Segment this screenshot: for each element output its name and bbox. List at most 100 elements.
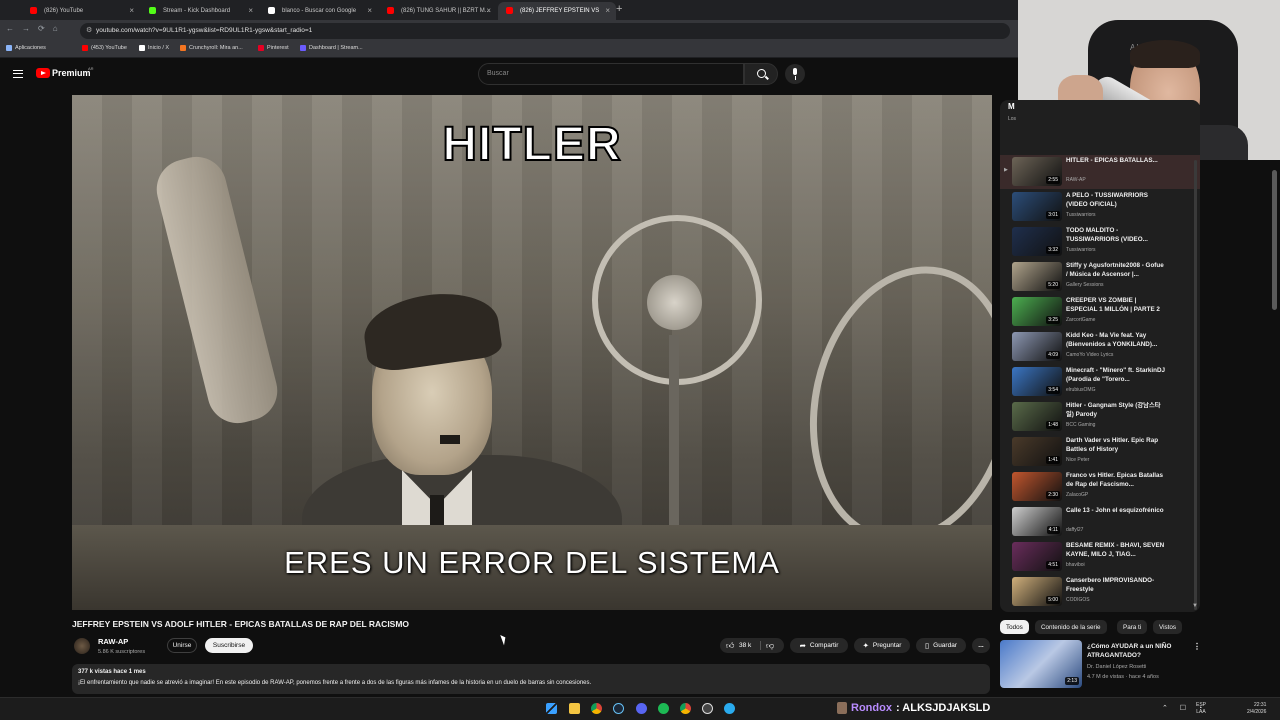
playlist-item[interactable]: 3:32 TODO MALDITO - TUSSIWARRIORS (VIDEO.… bbox=[1000, 225, 1200, 259]
bookmark-item[interactable]: Crunchyroll: Mira an... bbox=[180, 45, 243, 51]
join-button[interactable]: Unirse bbox=[167, 638, 197, 653]
chat-username: Rondox bbox=[851, 702, 892, 714]
browser-tab[interactable]: Stream - Kick Dashboard × bbox=[141, 2, 259, 20]
playlist-item[interactable]: 4:51 BESAME REMIX - BHAVI, SEVEN KAYNE, M… bbox=[1000, 540, 1200, 574]
recommendation-thumbnail[interactable]: 2:13 bbox=[1000, 640, 1082, 688]
filter-chip[interactable]: Para ti bbox=[1117, 620, 1148, 634]
share-button[interactable]: ➦ Compartir bbox=[790, 638, 848, 653]
playlist-item[interactable]: 2:30 Franco vs Hitler. Épicas Batallas de… bbox=[1000, 470, 1200, 504]
windows-start-icon[interactable] bbox=[546, 703, 557, 714]
bookmark-item[interactable]: Pinterest bbox=[258, 45, 289, 51]
thumbs-down-icon[interactable]: 👎︎ bbox=[766, 641, 774, 651]
bookmark-favicon-icon bbox=[139, 45, 145, 51]
bookmark-item[interactable]: Aplicaciones bbox=[6, 45, 46, 51]
playlist-item-channel: Nice Peter bbox=[1066, 457, 1090, 463]
search-input[interactable]: Buscar bbox=[478, 63, 744, 85]
tab-label: Stream - Kick Dashboard bbox=[163, 8, 231, 14]
playlist-thumbnail[interactable]: 3:32 bbox=[1012, 227, 1062, 256]
recommendation-menu-icon[interactable]: ⋮ bbox=[1193, 642, 1201, 651]
filter-chip[interactable]: Todos bbox=[1000, 620, 1029, 634]
playlist-item-title: Canserbero IMPROVISANDO-Freestyle bbox=[1066, 577, 1155, 593]
filter-chip[interactable]: Vistos bbox=[1153, 620, 1183, 634]
spotify-icon[interactable] bbox=[658, 703, 669, 714]
page-scrollbar[interactable] bbox=[1272, 170, 1277, 310]
keyboard-language[interactable]: ESP LAA bbox=[1196, 702, 1206, 715]
browser-tab[interactable]: (826) JEFFREY EPSTEIN VS × bbox=[498, 2, 616, 20]
scroll-down-icon[interactable]: ▼ bbox=[1192, 603, 1198, 609]
playlist-thumbnail[interactable]: 4:11 bbox=[1012, 507, 1062, 536]
recommendation-channel[interactable]: Dr. Daniel López Rosetti bbox=[1087, 664, 1146, 670]
subscribe-button[interactable]: Suscribirse bbox=[205, 638, 253, 653]
playlist-item[interactable]: 50 Cent - In Da Club (Official bbox=[1000, 610, 1200, 612]
video-player[interactable]: HITLER ERES UN ERROR DEL SISTEMA bbox=[72, 95, 992, 610]
mic-icon[interactable] bbox=[785, 64, 805, 84]
playlist-item[interactable]: 5:20 Stiffy y Agusfortnite2008 - Gofue / … bbox=[1000, 260, 1200, 294]
playlist-item-channel: Tussiwarriors bbox=[1066, 247, 1096, 253]
search-icon[interactable] bbox=[744, 63, 778, 85]
youtube-brand[interactable]: Premium bbox=[52, 68, 91, 78]
playlist-thumbnail[interactable]: 5:00 bbox=[1012, 577, 1062, 606]
hamburger-menu-icon[interactable] bbox=[13, 70, 23, 78]
playlist-item[interactable]: 3:54 Minecraft - "Minero" ft. StarkinDJ (… bbox=[1000, 365, 1200, 399]
close-tab-icon[interactable]: × bbox=[248, 6, 253, 15]
youtube-logo-icon[interactable] bbox=[36, 68, 50, 78]
clock[interactable]: 22:31 2/4/2026 bbox=[1247, 702, 1266, 715]
site-info-icon[interactable]: ⚙ bbox=[86, 26, 92, 34]
playlist-thumbnail[interactable]: 5:20 bbox=[1012, 262, 1062, 291]
address-bar[interactable]: ⚙ youtube.com/watch?v=9UL1R1-ygsw&list=R… bbox=[80, 23, 1010, 39]
playlist-thumbnail[interactable]: 3:25 bbox=[1012, 297, 1062, 326]
description-box[interactable]: 377 k vistas hace 1 mes ¡El enfrentamien… bbox=[72, 664, 990, 694]
save-button[interactable]: ▯ Guardar bbox=[916, 638, 966, 653]
chrome-icon[interactable] bbox=[591, 703, 602, 714]
chat-user-avatar bbox=[837, 702, 847, 714]
bookmark-item[interactable]: (453) YouTube bbox=[82, 45, 127, 51]
playlist-item[interactable]: 3:25 CREEPER VS ZOMBIE | ESPECIAL 1 MILLÓ… bbox=[1000, 295, 1200, 329]
playlist-thumbnail[interactable]: 4:09 bbox=[1012, 332, 1062, 361]
more-actions-button[interactable]: ... bbox=[972, 638, 990, 653]
recommendation-title[interactable]: ¿Cómo AYUDAR a un NIÑO ATRAGANTADO? bbox=[1087, 642, 1187, 660]
channel-name[interactable]: RAW-AP bbox=[98, 637, 128, 646]
playlist-duration: 3:25 bbox=[1046, 316, 1060, 324]
bookmark-item[interactable]: Inicio / X bbox=[139, 45, 169, 51]
playlist-item[interactable]: 1:48 Hitler - Gangnam Style (강남스타일) Parod… bbox=[1000, 400, 1200, 434]
telegram-icon[interactable] bbox=[724, 703, 735, 714]
playlist-thumbnail[interactable]: 3:01 bbox=[1012, 192, 1062, 221]
playlist-thumbnail[interactable]: 1:48 bbox=[1012, 402, 1062, 431]
bookmark-item[interactable]: Dashboard | Stream... bbox=[300, 45, 363, 51]
ask-button[interactable]: ✦ Preguntar bbox=[854, 638, 910, 653]
playlist-item[interactable]: 1:41 Darth Vader vs Hitler. Epic Rap Batt… bbox=[1000, 435, 1200, 469]
save-label: Guardar bbox=[933, 642, 957, 649]
playlist-scrollbar[interactable] bbox=[1194, 160, 1197, 610]
description-text: ¡El enfrentamiento que nadie se atrevió … bbox=[78, 680, 592, 686]
playlist-item[interactable]: 5:00 Canserbero IMPROVISANDO-Freestyle CÓD… bbox=[1000, 575, 1200, 609]
filter-chip[interactable]: Contenido de la serie bbox=[1035, 620, 1107, 634]
playlist-item[interactable]: 4:11 Calle 13 - John el esquizofrénico daf… bbox=[1000, 505, 1200, 539]
discord-icon[interactable] bbox=[636, 703, 647, 714]
playlist-thumbnail[interactable]: 2:55 bbox=[1012, 157, 1062, 186]
thumbs-up-icon[interactable]: 👍︎ bbox=[726, 641, 734, 651]
steam-icon[interactable] bbox=[613, 703, 624, 714]
browser-tab[interactable]: blanco - Buscar con Google × bbox=[260, 2, 378, 20]
close-tab-icon[interactable]: × bbox=[605, 6, 610, 15]
playlist-thumbnail[interactable]: 3:54 bbox=[1012, 367, 1062, 396]
close-tab-icon[interactable]: × bbox=[486, 6, 491, 15]
playlist-item[interactable]: ▶ 2:55 HITLER - EPICAS BATALLAS... RAW-AP bbox=[1000, 155, 1200, 189]
playlist-item[interactable]: 4:09 Kidd Keo - Ma Vie feat. Yay (Bienven… bbox=[1000, 330, 1200, 364]
file-explorer-icon[interactable] bbox=[569, 703, 580, 714]
playlist-item-channel: CamoYo Video Lyrics bbox=[1066, 352, 1114, 358]
obs-icon[interactable] bbox=[702, 703, 713, 714]
playlist-item[interactable]: 3:01 A PELO - TUSSIWARRIORS (VIDEO OFICIA… bbox=[1000, 190, 1200, 224]
playlist-thumbnail[interactable]: 2:30 bbox=[1012, 472, 1062, 501]
browser-tab[interactable]: (826) TUNG SAHUR || BZRT M... × bbox=[379, 2, 497, 20]
playlist-thumbnail[interactable]: 1:41 bbox=[1012, 437, 1062, 466]
browser-tab[interactable]: (826) YouTube × bbox=[22, 2, 140, 20]
chrome-profile-icon[interactable] bbox=[680, 703, 691, 714]
nav-buttons-icon[interactable]: ←→⟳⌂ bbox=[6, 24, 66, 33]
close-tab-icon[interactable]: × bbox=[367, 6, 372, 15]
like-count[interactable]: 38 k bbox=[739, 642, 751, 649]
new-tab-button[interactable]: + bbox=[616, 3, 622, 15]
playlist-item-title: Hitler - Gangnam Style (강남스타일) Parody bbox=[1066, 402, 1161, 418]
playlist-thumbnail[interactable]: 4:51 bbox=[1012, 542, 1062, 571]
channel-avatar[interactable] bbox=[74, 638, 90, 654]
close-tab-icon[interactable]: × bbox=[129, 6, 134, 15]
